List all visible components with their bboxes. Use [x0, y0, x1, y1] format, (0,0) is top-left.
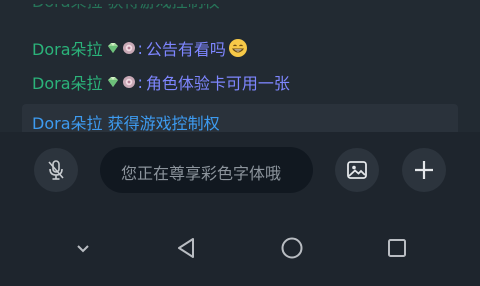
partial-message: Dora朵拉 获得游戏控制权 [32, 0, 268, 10]
user-badges [106, 41, 136, 55]
grinning-face-icon [228, 39, 247, 57]
more-button[interactable] [402, 148, 446, 192]
seal-badge-icon [122, 76, 135, 88]
mic-toggle-button[interactable] [34, 148, 78, 192]
back-icon [178, 238, 194, 258]
message-username[interactable]: Dora朵拉 [32, 36, 103, 60]
chat-message: Dora朵拉 : 公告有看吗 [32, 36, 248, 60]
chat-message: Dora朵拉 : 角色体验卡可用一张 [32, 70, 290, 94]
message-username[interactable]: Dora朵拉 [32, 70, 103, 94]
seal-badge-icon [122, 42, 135, 54]
system-notice-text: Dora朵拉 获得游戏控制权 [32, 114, 220, 132]
system-nav-bar [0, 208, 480, 286]
message-separator: : [137, 72, 143, 92]
chevron-down-icon [77, 245, 89, 253]
recents-button[interactable] [385, 236, 409, 260]
hide-keyboard-button[interactable] [71, 236, 95, 260]
message-text: 公告有看吗 [145, 40, 226, 59]
chat-area: Dora朵拉 获得游戏控制权 Dora朵拉 : 公告有看吗 Dora朵拉: 角… [0, 0, 480, 132]
home-icon [281, 237, 303, 259]
image-button[interactable] [335, 148, 379, 192]
system-notice: Dora朵拉 获得游戏控制权 [22, 104, 458, 132]
back-button[interactable] [175, 236, 199, 260]
plus-icon [415, 161, 433, 179]
message-input[interactable]: 您正在尊享彩色字体哦 [100, 147, 313, 193]
image-icon [347, 161, 367, 179]
diamond-badge-icon [107, 43, 118, 53]
message-input-placeholder: 您正在尊享彩色字体哦 [121, 164, 282, 183]
message-separator: : [137, 38, 143, 58]
user-badges [106, 75, 136, 89]
input-toolbar: 您正在尊享彩色字体哦 [0, 132, 480, 208]
mic-off-icon [48, 160, 64, 180]
diamond-badge-icon [107, 77, 118, 87]
message-text: 角色体验卡可用一张 [145, 74, 290, 93]
recents-icon [388, 239, 406, 257]
home-button[interactable] [280, 236, 304, 260]
